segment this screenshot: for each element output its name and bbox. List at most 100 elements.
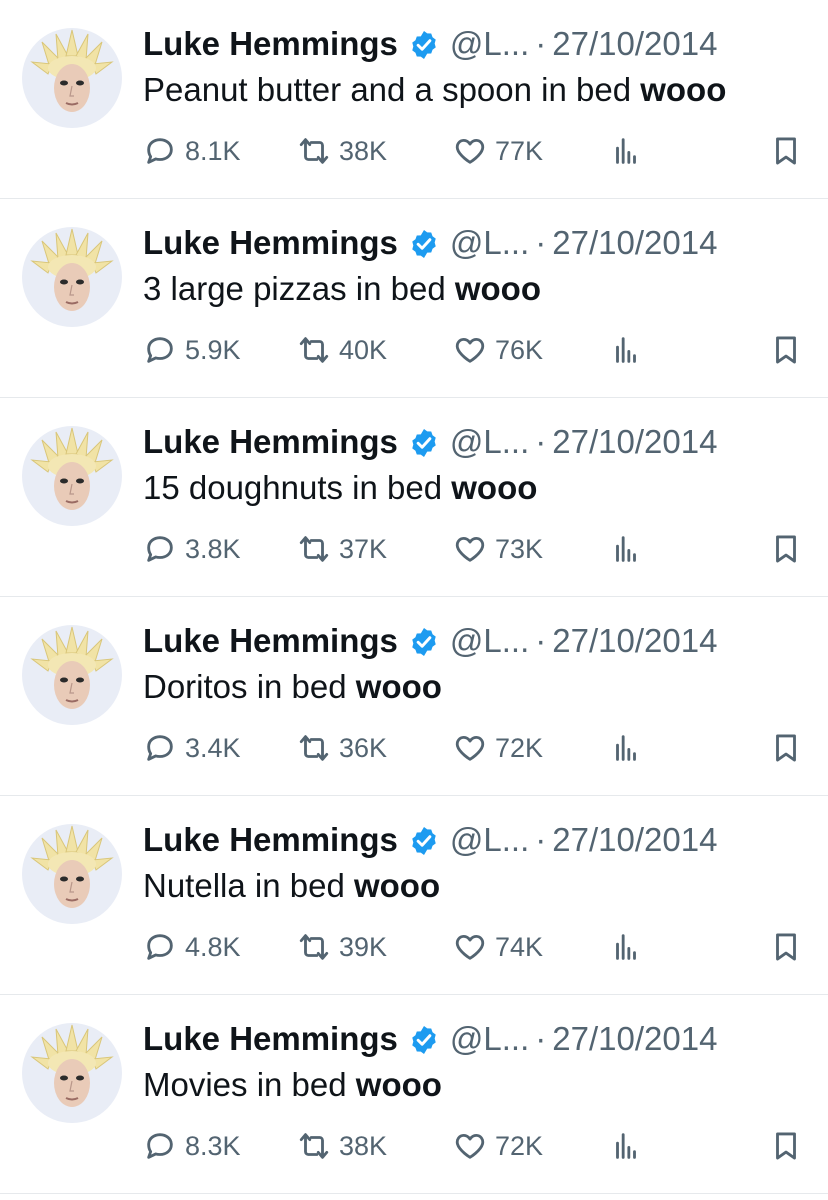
retweet-button[interactable]: 39K — [297, 924, 387, 970]
retweet-count: 37K — [339, 533, 388, 564]
tweet[interactable]: Luke Hemmings @L... · 27/10/2014 Doritos… — [0, 597, 828, 796]
reply-count: 3.8K — [185, 533, 241, 564]
retweet-count: 38K — [339, 1130, 388, 1161]
retweet-button[interactable]: 38K — [297, 128, 387, 174]
like-button[interactable]: 72K — [453, 725, 543, 771]
bookmark-icon — [776, 933, 796, 961]
avatar[interactable] — [22, 28, 122, 128]
bookmark-button[interactable] — [769, 526, 803, 572]
retweet-count: 38K — [339, 135, 388, 166]
views-button[interactable] — [609, 526, 643, 572]
tweet-text-emphasis: wooo — [355, 668, 442, 705]
tweet-date[interactable]: 27/10/2014 — [552, 22, 717, 66]
tweet-text-main: Peanut butter and a spoon in bed — [143, 71, 641, 108]
views-bar-chart-icon — [616, 138, 636, 164]
reply-button[interactable]: 5.9K — [143, 327, 241, 373]
tweet-text-main: 15 doughnuts in bed — [143, 469, 452, 506]
reply-button[interactable]: 8.3K — [143, 1123, 241, 1169]
tweet-date[interactable]: 27/10/2014 — [552, 420, 717, 464]
heart-icon — [455, 337, 485, 363]
like-button[interactable]: 72K — [453, 1123, 543, 1169]
heart-icon — [455, 536, 485, 562]
tweet-text-emphasis: wooo — [355, 1066, 442, 1103]
author-name[interactable]: Luke Hemmings — [143, 22, 398, 66]
bookmark-button[interactable] — [769, 1123, 803, 1169]
reply-button[interactable]: 8.1K — [143, 128, 241, 174]
views-bar-chart-icon — [616, 1133, 636, 1159]
reply-count: 4.8K — [185, 931, 241, 962]
verified-badge-icon — [408, 426, 440, 458]
views-button[interactable] — [609, 924, 643, 970]
tweet[interactable]: Luke Hemmings @L... · 27/10/2014 Nutella… — [0, 796, 828, 995]
tweet-actions: 3.4K 36K 72K — [143, 725, 808, 771]
tweet[interactable]: Luke Hemmings @L... · 27/10/2014 Movies … — [0, 995, 828, 1194]
like-count: 72K — [495, 1130, 544, 1161]
retweet-icon — [299, 138, 329, 164]
author-name[interactable]: Luke Hemmings — [143, 619, 398, 663]
reply-button[interactable]: 3.4K — [143, 725, 241, 771]
like-button[interactable]: 76K — [453, 327, 543, 373]
separator-dot: · — [535, 622, 547, 659]
bookmark-button[interactable] — [769, 924, 803, 970]
retweet-button[interactable]: 36K — [297, 725, 387, 771]
author-name[interactable]: Luke Hemmings — [143, 221, 398, 265]
retweet-icon — [299, 934, 329, 960]
verified-badge-icon — [408, 625, 440, 657]
retweet-button[interactable]: 38K — [297, 1123, 387, 1169]
bookmark-button[interactable] — [769, 327, 803, 373]
author-handle[interactable]: @L... — [450, 420, 529, 464]
tweet-text-emphasis: wooo — [454, 270, 542, 307]
bookmark-icon — [776, 1132, 796, 1160]
tweet[interactable]: Luke Hemmings @L... · 27/10/2014 3 large… — [0, 199, 828, 398]
heart-icon — [455, 934, 485, 960]
retweet-button[interactable]: 40K — [297, 327, 387, 373]
bookmark-button[interactable] — [769, 725, 803, 771]
separator-dot: · — [535, 1020, 547, 1057]
avatar[interactable] — [22, 1023, 122, 1123]
author-handle[interactable]: @L... — [450, 619, 529, 663]
author-handle[interactable]: @L... — [450, 22, 529, 66]
like-count: 72K — [495, 732, 544, 763]
retweet-button[interactable]: 37K — [297, 526, 387, 572]
author-handle[interactable]: @L... — [450, 221, 529, 265]
author-name[interactable]: Luke Hemmings — [143, 1017, 398, 1061]
tweet-header: Luke Hemmings @L... · 27/10/2014 — [143, 420, 717, 464]
views-button[interactable] — [609, 725, 643, 771]
reply-count: 5.9K — [185, 334, 241, 365]
reply-button[interactable]: 3.8K — [143, 526, 241, 572]
tweet-text-main: 3 large pizzas in bed — [143, 270, 455, 307]
tweet-header: Luke Hemmings @L... · 27/10/2014 — [143, 619, 717, 663]
like-button[interactable]: 73K — [453, 526, 543, 572]
avatar[interactable] — [22, 625, 122, 725]
tweet-date[interactable]: 27/10/2014 — [552, 1017, 717, 1061]
bookmark-button[interactable] — [769, 128, 803, 174]
author-name[interactable]: Luke Hemmings — [143, 420, 398, 464]
like-button[interactable]: 74K — [453, 924, 543, 970]
avatar[interactable] — [22, 824, 122, 924]
views-button[interactable] — [609, 128, 643, 174]
author-name[interactable]: Luke Hemmings — [143, 818, 398, 862]
tweet-actions: 8.1K 38K 77K — [143, 128, 808, 174]
tweet-actions: 4.8K 39K 74K — [143, 924, 808, 970]
reply-count: 8.1K — [185, 135, 241, 166]
tweet-date[interactable]: 27/10/2014 — [552, 619, 717, 663]
verified-badge-icon — [408, 1023, 440, 1055]
tweet-date[interactable]: 27/10/2014 — [552, 818, 717, 862]
author-handle[interactable]: @L... — [450, 1017, 529, 1061]
views-button[interactable] — [609, 1123, 643, 1169]
views-button[interactable] — [609, 327, 643, 373]
author-handle[interactable]: @L... — [450, 818, 529, 862]
tweet-header: Luke Hemmings @L... · 27/10/2014 — [143, 1017, 717, 1061]
tweet[interactable]: Luke Hemmings @L... · 27/10/2014 15 doug… — [0, 398, 828, 597]
like-count: 76K — [495, 334, 544, 365]
retweet-icon — [299, 1133, 329, 1159]
heart-icon — [455, 138, 485, 164]
tweet-date[interactable]: 27/10/2014 — [552, 221, 717, 265]
tweet[interactable]: Luke Hemmings @L... · 27/10/2014 Peanut … — [0, 0, 828, 199]
reply-button[interactable]: 4.8K — [143, 924, 241, 970]
avatar[interactable] — [22, 426, 122, 526]
tweet-header: Luke Hemmings @L... · 27/10/2014 — [143, 22, 717, 66]
like-button[interactable]: 77K — [453, 128, 543, 174]
tweet-text-emphasis: wooo — [640, 71, 727, 108]
avatar[interactable] — [22, 227, 122, 327]
